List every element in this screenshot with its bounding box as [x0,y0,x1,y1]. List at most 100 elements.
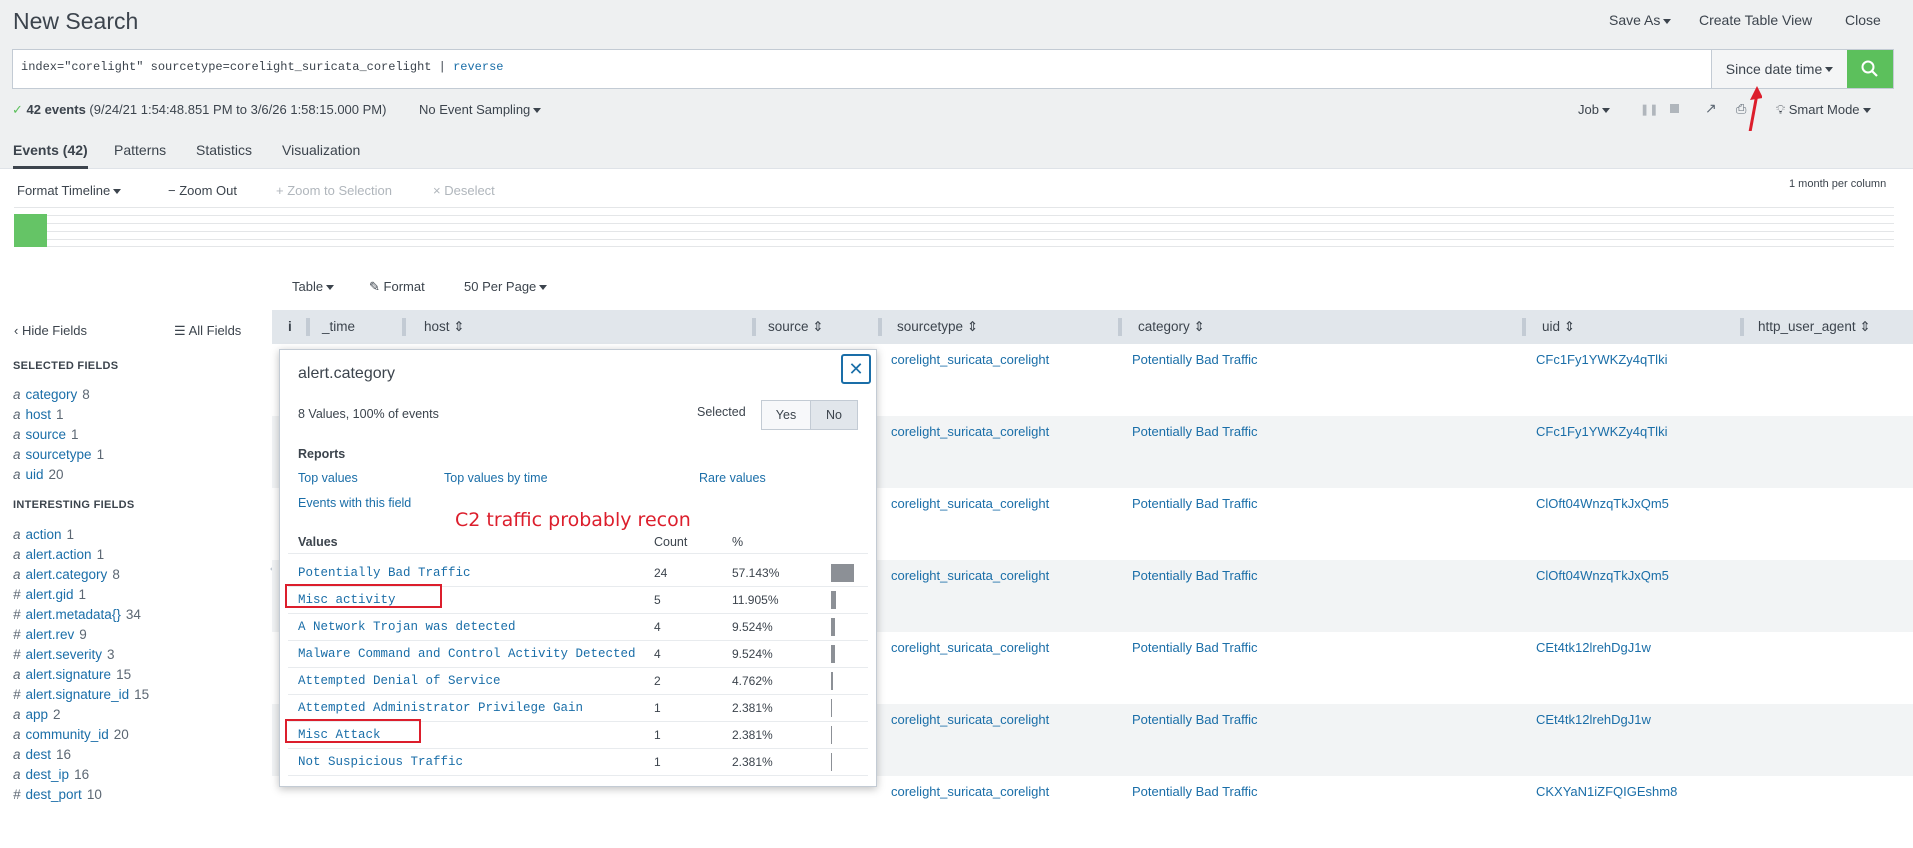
cell-category[interactable]: Potentially Bad Traffic [1132,424,1258,439]
column-host[interactable]: host ⇕ [424,319,465,335]
column-time[interactable]: _time [322,319,355,334]
field-item[interactable]: a alert.category 8 [13,567,120,582]
tab-events[interactable]: Events (42) [13,142,88,169]
search-input[interactable]: index="corelight" sourcetype=corelight_s… [13,50,1711,88]
value-link[interactable]: Attempted Administrator Privilege Gain [298,701,583,715]
column-grip[interactable] [306,318,310,336]
close-button[interactable]: Close [1845,12,1881,28]
value-row[interactable]: Attempted Administrator Privilege Gain 1 2… [280,695,878,722]
value-row[interactable]: Malware Command and Control Activity Det… [280,641,878,668]
field-item[interactable]: a community_id 20 [13,727,129,742]
cell-sourcetype[interactable]: corelight_suricata_corelight [891,352,1049,367]
value-row[interactable]: A Network Trojan was detected 4 9.524% [280,614,878,641]
format-timeline-dropdown[interactable]: Format Timeline [17,183,122,198]
zoom-out-button[interactable]: − Zoom Out [168,183,237,198]
column-grip[interactable] [752,318,756,336]
field-item[interactable]: a app 2 [13,707,61,722]
close-icon[interactable]: ✕ [841,354,871,384]
hide-fields-button[interactable]: ‹ Hide Fields [14,323,87,338]
field-item[interactable]: a sourcetype 1 [13,447,104,462]
search-button[interactable] [1847,50,1893,88]
field-name[interactable]: dest_port [26,787,82,802]
create-table-view-button[interactable]: Create Table View [1699,12,1812,28]
field-name[interactable]: app [26,707,49,722]
value-link[interactable]: A Network Trojan was detected [298,620,516,634]
field-item[interactable]: # alert.signature_id 15 [13,687,149,702]
value-link[interactable]: Malware Command and Control Activity Det… [298,647,636,661]
column-category[interactable]: category ⇕ [1138,319,1205,335]
value-link[interactable]: Potentially Bad Traffic [298,566,471,580]
cell-uid[interactable]: CFc1Fy1YWKZy4qTlki [1536,352,1667,367]
cell-uid[interactable]: CKXYaN1iZFQIGEshm8 [1536,784,1677,799]
cell-category[interactable]: Potentially Bad Traffic [1132,712,1258,727]
field-item[interactable]: a source 1 [13,427,79,442]
all-fields-button[interactable]: ☰ All Fields [174,323,241,339]
cell-sourcetype[interactable]: corelight_suricata_corelight [891,712,1049,727]
save-as-button[interactable]: Save As [1609,12,1672,28]
time-range-picker[interactable]: Since date time [1711,50,1847,88]
field-item[interactable]: a uid 20 [13,467,64,482]
field-item[interactable]: a host 1 [13,407,64,422]
field-item[interactable]: # alert.gid 1 [13,587,86,602]
column-grip[interactable] [1118,318,1122,336]
field-name[interactable]: dest_ip [26,767,70,782]
cell-uid[interactable]: ClOft04WnzqTkJxQm5 [1536,568,1669,583]
column-grip[interactable] [1522,318,1526,336]
column-grip[interactable] [1740,318,1744,336]
selected-yes-button[interactable]: Yes [761,400,811,430]
field-item[interactable]: # dest_port 10 [13,787,102,802]
value-row[interactable]: Not Suspicious Traffic 1 2.381% [280,749,878,776]
field-item[interactable]: a dest 16 [13,747,71,762]
share-icon[interactable]: ↗ [1705,100,1717,117]
field-name[interactable]: category [26,387,78,402]
print-icon[interactable]: ⎙ [1736,101,1746,117]
cell-sourcetype[interactable]: corelight_suricata_corelight [891,496,1049,511]
deselect-button[interactable]: × Deselect [433,183,495,198]
value-row[interactable]: Potentially Bad Traffic 24 57.143% [280,560,878,587]
field-name[interactable]: alert.metadata{} [26,607,121,622]
field-item[interactable]: a alert.action 1 [13,547,104,562]
field-item[interactable]: # alert.rev 9 [13,627,87,642]
format-button[interactable]: ✎ Format [369,279,425,295]
cell-sourcetype[interactable]: corelight_suricata_corelight [891,568,1049,583]
field-item[interactable]: # alert.severity 3 [13,647,115,662]
field-name[interactable]: alert.category [26,567,108,582]
column-grip[interactable] [878,318,882,336]
field-name[interactable]: uid [26,467,44,482]
field-name[interactable]: alert.signature_id [26,687,130,702]
cell-category[interactable]: Potentially Bad Traffic [1132,640,1258,655]
value-link[interactable]: Attempted Denial of Service [298,674,501,688]
cell-category[interactable]: Potentially Bad Traffic [1132,784,1258,799]
top-values-link[interactable]: Top values [298,471,358,485]
field-item[interactable]: a action 1 [13,527,74,542]
column-http-user-agent[interactable]: http_user_agent ⇕ [1758,319,1871,335]
per-page-dropdown[interactable]: 50 Per Page [464,279,548,294]
field-name[interactable]: community_id [26,727,109,742]
field-name[interactable]: sourcetype [26,447,92,462]
rare-values-link[interactable]: Rare values [699,471,766,485]
job-dropdown[interactable]: Job [1578,102,1610,117]
cell-sourcetype[interactable]: corelight_suricata_corelight [891,784,1049,799]
selected-no-button[interactable]: No [810,400,858,430]
field-name[interactable]: alert.signature [26,667,112,682]
pause-icon[interactable]: ❚❚ [1640,103,1658,116]
column-sourcetype[interactable]: sourcetype ⇕ [897,319,978,335]
stop-icon[interactable] [1670,104,1679,113]
field-name[interactable]: alert.action [26,547,92,562]
field-name[interactable]: alert.severity [26,647,103,662]
field-name[interactable]: source [26,427,67,442]
cell-sourcetype[interactable]: corelight_suricata_corelight [891,640,1049,655]
cell-uid[interactable]: CFc1Fy1YWKZy4qTlki [1536,424,1667,439]
column-uid[interactable]: uid ⇕ [1542,319,1575,335]
field-item[interactable]: a category 8 [13,387,90,402]
event-sampling-dropdown[interactable]: No Event Sampling [419,102,542,117]
events-with-field-link[interactable]: Events with this field [298,496,411,510]
field-item[interactable]: a alert.signature 15 [13,667,131,682]
field-item[interactable]: # alert.metadata{} 34 [13,607,141,622]
timeline-bar[interactable] [14,214,47,247]
table-view-dropdown[interactable]: Table [292,279,335,294]
tab-statistics[interactable]: Statistics [196,142,252,158]
cell-uid[interactable]: CEt4tk12lrehDgJ1w [1536,712,1651,727]
search-mode-dropdown[interactable]: 💡︎ Smart Mode [1776,102,1871,118]
cell-uid[interactable]: CEt4tk12lrehDgJ1w [1536,640,1651,655]
